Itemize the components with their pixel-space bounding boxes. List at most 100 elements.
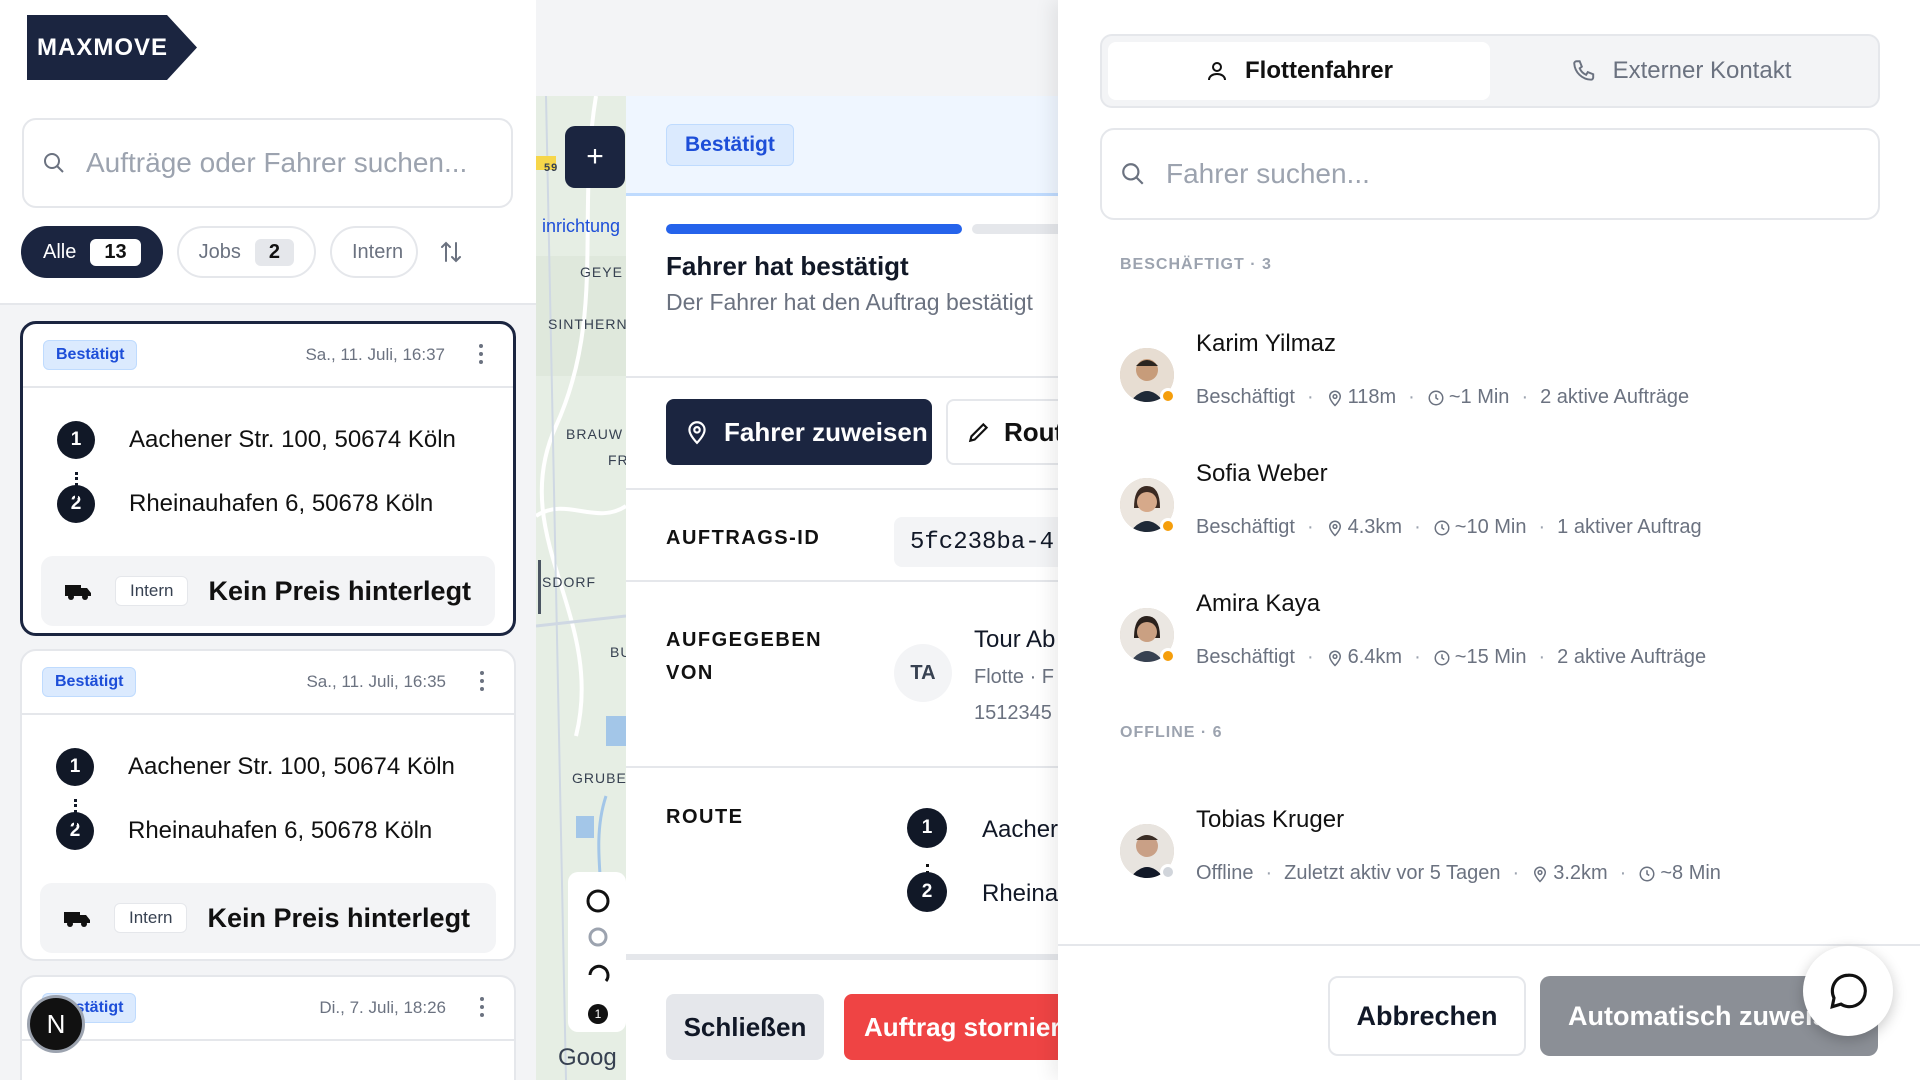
driver-name: Sofia Weber [1196,460,1328,487]
divider [626,766,1058,768]
progress-step-pending [972,224,1058,234]
van-icon [64,912,90,927]
filter-intern-chip[interactable]: Intern [329,226,418,278]
step-description: Der Fahrer hat den Auftrag bestätigt [666,289,1033,315]
driver-row[interactable]: Sofia Weber Beschäftigt · 4.3km · ~10 Min ·… [1120,454,1860,554]
status-dot [1160,388,1176,404]
filter-label: Jobs [198,240,241,263]
tab-fleet-drivers[interactable]: Flottenfahrer [1108,42,1490,100]
map-label: FR [608,452,626,468]
chat-button[interactable] [1803,946,1893,1036]
stop-address: Rheinauhafen 6, 50678 Köln [128,817,433,844]
cancel-button[interactable]: Abbrechen [1328,976,1526,1056]
creator-meta: Flotte · F [974,666,1055,688]
map-pin-icon [1328,390,1341,407]
map-label: GRUBE [572,770,626,786]
driver-search-field[interactable] [1100,128,1880,220]
driver-row[interactable]: Tobias Kruger Offline · Zuletzt aktiv vor… [1120,800,1860,900]
filter-jobs-chip[interactable]: Jobs 2 [176,226,316,278]
stop-number: 1 [57,421,95,459]
driver-last-seen: Zuletzt aktiv vor 5 Tagen [1284,862,1501,884]
order-card[interactable]: Bestätigt Sa., 11. Juli, 16:37 1 Aachene… [20,321,516,636]
filter-all-chip[interactable]: Alle 13 [21,226,163,278]
order-card[interactable]: Bestätigt Sa., 11. Juli, 16:35 1 Aachene… [20,649,516,961]
sort-button[interactable] [434,235,468,269]
created-by-label: VON [666,662,714,684]
assign-driver-label: Fahrer zuweisen [724,416,928,447]
creator-avatar: TA [894,644,952,702]
stop-item: 2 Rheinauhafen 6, 50678 Köln [57,472,513,536]
status-badge: Bestätigt [666,123,794,166]
map-pin-icon [688,421,706,445]
tab-external-contact[interactable]: Externer Kontakt [1490,42,1872,100]
divider [626,488,1058,490]
route-label: ROUTE [666,806,744,828]
driver-search-input[interactable] [1166,158,1846,190]
filter-label: Alle [43,240,77,263]
route-connector [74,799,77,825]
driver-status: Beschäftigt [1196,646,1295,668]
edit-route-label: Route [1004,416,1058,447]
order-search-field[interactable] [22,118,513,208]
order-date: Sa., 11. Juli, 16:35 [306,672,446,691]
order-card[interactable]: Bestätigt Di., 7. Juli, 18:26 [20,975,516,1080]
order-card-header: Bestätigt Di., 7. Juli, 18:26 [22,977,514,1041]
driver-distance: 3.2km [1553,862,1608,884]
clock-icon [1434,520,1450,535]
order-search-input[interactable] [86,147,486,179]
busy-group-heading: BESCHÄFTIGT · 3 [1120,256,1272,273]
driver-distance: 4.3km [1347,516,1403,538]
stop-number: 1 [907,808,947,848]
map-pin-icon [1534,866,1547,883]
status-dot [1160,518,1176,534]
filter-count: 13 [90,238,141,266]
order-id-value[interactable]: 5fc238ba-4 [894,517,1058,567]
filter-chips: Alle 13 Jobs 2 Intern [21,226,468,278]
clock-icon [1639,866,1655,881]
order-stops: 1 Aachener Str. 100, 50674 Köln 2 Rheina… [22,715,514,883]
stop-item: 2 Rheinauhafen 6, 50678 Köln [56,799,514,863]
edit-route-button[interactable]: Route [946,399,1058,465]
close-button[interactable]: Schließen [666,994,824,1060]
offline-group-heading: OFFLINE · 6 [1120,724,1223,741]
resize-handle[interactable] [538,560,541,614]
driver-row[interactable]: Karim Yilmaz Beschäftigt · 118m · ~1 Min · … [1120,324,1860,424]
maxmove-logo[interactable]: MAXMOVE [27,15,197,80]
map-pin-icon [1328,520,1341,537]
more-options-icon[interactable] [480,671,486,691]
driver-type-tabs: Flottenfahrer Externer Kontakt [1100,34,1880,108]
road-marker: 59 [544,162,559,174]
status-badge: Bestätigt [43,340,138,370]
driver-distance: 118m [1347,386,1397,408]
map-add-button[interactable]: + [565,126,625,188]
driver-name: Tobias Kruger [1196,806,1345,833]
driver-name: Amira Kaya [1196,590,1321,617]
driver-row[interactable]: Amira Kaya Beschäftigt · 6.4km · ~15 Min · … [1120,584,1860,684]
plus-icon: + [586,140,604,173]
assign-driver-button[interactable]: Fahrer zuweisen [666,399,932,465]
dialog-footer: Abbrechen Automatisch zuweisen [1058,944,1920,1080]
step-title: Fahrer hat bestätigt [666,251,909,281]
driver-eta: ~8 Min [1660,862,1721,884]
more-options-icon[interactable] [480,997,486,1017]
more-options-icon[interactable] [479,344,485,364]
status-badge: Bestätigt [42,667,137,697]
order-list: Bestätigt Sa., 11. Juli, 16:37 1 Aachene… [0,305,536,1080]
driver-active-jobs: 2 aktive Aufträge [1557,646,1707,668]
driver-active-jobs: 1 aktiver Auftrag [1557,516,1702,538]
driver-name: Karim Yilmaz [1196,330,1337,357]
cancel-order-button[interactable]: Auftrag stornieren [844,994,1058,1060]
map-label: BRAUW [566,426,624,442]
driver-meta: Beschäftigt · 118m · ~1 Min · 2 aktive Auft… [1196,386,1690,408]
map-attribution: Goog [558,1044,617,1071]
assign-driver-dialog: Flottenfahrer Externer Kontakt BESCHÄFTI… [1058,0,1920,1080]
user-avatar[interactable]: N [27,995,85,1053]
pencil-icon [968,422,989,443]
map-label: BU [610,644,626,660]
stop-address: Rheinauhafen 6, 50678 Köln [129,490,434,517]
driver-meta: Offline · Zuletzt aktiv vor 5 Tagen · 3.2k… [1196,862,1721,884]
stop-item: 1 Aachener Str. 100, 50674 Köln [57,408,513,472]
tab-label: Flottenfahrer [1244,57,1393,84]
creator-name: Tour Ab [974,626,1056,653]
filter-count: 2 [254,238,294,266]
